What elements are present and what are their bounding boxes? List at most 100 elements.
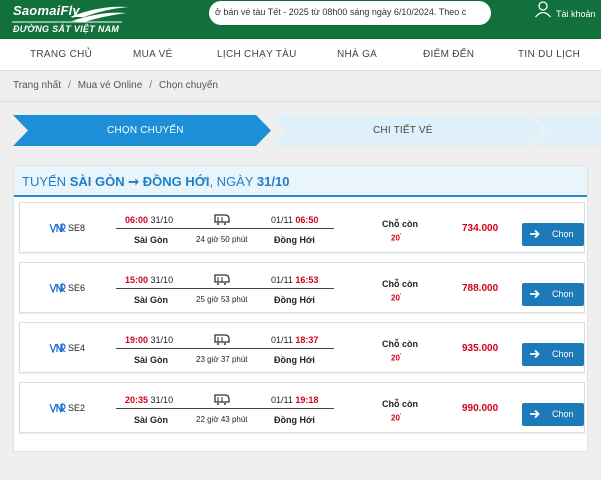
departure-date: 31/10 xyxy=(150,335,174,345)
seats-left-value: 20 xyxy=(391,353,400,363)
arrival-station: Đồng Hới xyxy=(274,235,315,245)
ticket-price: 734.000 xyxy=(462,223,499,234)
train-code: SE6 xyxy=(68,283,86,293)
arrival-station: Đồng Hới xyxy=(274,355,315,365)
choose-button-label: Chọn xyxy=(552,409,574,419)
arrival-hour: 06:50 xyxy=(295,215,319,225)
train-icon xyxy=(214,214,230,225)
account-label: Tài khoản xyxy=(556,9,596,19)
breadcrumb-home[interactable]: Trang nhất xyxy=(13,80,61,91)
arrival-hour: 18:37 xyxy=(295,335,319,345)
trip-row: SE6 15:00 31/10 01/11 16:53 Sài Gòn 25 g… xyxy=(19,262,585,313)
departure-hour: 15:00 xyxy=(125,275,149,285)
route-line xyxy=(116,408,334,409)
train-icon xyxy=(214,334,230,345)
choose-button-label: Chọn xyxy=(552,229,574,239)
choose-trip-button[interactable]: Chọn xyxy=(522,223,584,246)
train-code: SE2 xyxy=(68,403,86,413)
departure-station: Sài Gòn xyxy=(134,295,169,305)
departure-time: 19:00 31/10 xyxy=(125,335,173,345)
breadcrumb-separator: / xyxy=(149,80,153,91)
seats-left-count: 20’ xyxy=(391,353,402,363)
arrow-right-icon xyxy=(530,229,540,239)
nav-item-schedule[interactable]: LỊCH CHẠY TÀU xyxy=(217,49,297,60)
route-arrow: ➞ xyxy=(128,174,140,189)
booking-steps: CHỌN CHUYẾN CHI TIẾT VÉ xyxy=(13,115,601,146)
route-prefix: TUYẾN xyxy=(22,174,67,189)
nav-item-stations[interactable]: NHÀ GA xyxy=(337,49,377,60)
train-icon xyxy=(214,394,230,405)
arrival-date: 01/11 xyxy=(271,215,293,225)
choose-trip-button[interactable]: Chọn xyxy=(522,283,584,306)
site-header: SaomaiFly ĐƯỜNG SẮT VIỆT NAM ở bán vé tà… xyxy=(0,0,601,39)
departure-date: 31/10 xyxy=(150,215,174,225)
route-date-prefix: , NGÀY xyxy=(209,174,254,189)
trip-list-panel: TUYẾN SÀI GÒN ➞ ĐỒNG HỚI, NGÀY 31/10 SE8… xyxy=(13,165,588,452)
seats-left-label: Chỗ còn xyxy=(382,399,418,409)
seats-left-label: Chỗ còn xyxy=(382,279,418,289)
trip-row: SE8 06:00 31/10 01/11 06:50 Sài Gòn 24 g… xyxy=(19,202,585,253)
train-code: SE4 xyxy=(68,343,86,353)
account-link[interactable]: Tài khoản xyxy=(534,0,601,30)
choose-button-label: Chọn xyxy=(552,349,574,359)
divider xyxy=(0,101,601,102)
route-heading: TUYẾN SÀI GÒN ➞ ĐỒNG HỚI, NGÀY 31/10 xyxy=(22,174,289,190)
ticket-price: 990.000 xyxy=(462,403,499,414)
arrow-right-icon xyxy=(530,349,540,359)
route-line xyxy=(116,288,334,289)
departure-time: 15:00 31/10 xyxy=(125,275,173,285)
departure-hour: 19:00 xyxy=(125,335,149,345)
breadcrumb-buy-online[interactable]: Mua vé Online xyxy=(78,80,142,91)
announcement-ticker[interactable]: ở bán vé tàu Tết - 2025 từ 08h00 sáng ng… xyxy=(209,1,491,25)
step-ticket-detail[interactable]: CHI TIẾT VÉ xyxy=(373,125,433,136)
train-code: SE8 xyxy=(68,223,86,233)
trip-duration: 23 giờ 37 phút xyxy=(196,355,248,364)
vnr-logo-icon xyxy=(49,223,66,233)
ticker-text: ở bán vé tàu Tết - 2025 từ 08h00 sáng ng… xyxy=(215,7,467,17)
main-nav: TRANG CHỦ MUA VÉ LỊCH CHẠY TÀU NHÀ GA ĐI… xyxy=(0,39,601,71)
seats-left-value: 20 xyxy=(391,233,400,243)
trip-row: SE2 20:35 31/10 01/11 19:18 Sài Gòn 22 g… xyxy=(19,382,585,433)
vnr-logo-icon xyxy=(49,403,66,413)
trip-duration: 24 giờ 50 phút xyxy=(196,235,248,244)
choose-button-label: Chọn xyxy=(552,289,574,299)
departure-station: Sài Gòn xyxy=(134,355,169,365)
route-date: 31/10 xyxy=(256,174,290,189)
departure-date: 31/10 xyxy=(150,395,174,405)
choose-trip-button[interactable]: Chọn xyxy=(522,343,584,366)
step-select-trip[interactable]: CHỌN CHUYẾN xyxy=(107,125,184,136)
departure-date: 31/10 xyxy=(150,275,174,285)
breadcrumb: Trang nhất / Mua vé Online / Chọn chuyến xyxy=(13,80,218,91)
nav-item-home[interactable]: TRANG CHỦ xyxy=(30,49,92,60)
arrow-right-icon xyxy=(530,289,540,299)
route-line xyxy=(116,348,334,349)
ticket-price: 788.000 xyxy=(462,283,499,294)
nav-item-destinations[interactable]: ĐIỂM ĐẾN xyxy=(423,49,474,60)
arrival-time: 01/11 18:37 xyxy=(271,335,318,345)
vnr-logo-icon xyxy=(49,283,66,293)
vnr-logo-icon xyxy=(49,343,66,353)
arrival-time: 01/11 19:18 xyxy=(271,395,318,405)
seats-left-label: Chỗ còn xyxy=(382,219,418,229)
arrival-hour: 16:53 xyxy=(295,275,319,285)
departure-hour: 06:00 xyxy=(125,215,149,225)
seats-left-value: 20 xyxy=(391,293,400,303)
step-3-shape xyxy=(533,115,601,146)
choose-trip-button[interactable]: Chọn xyxy=(522,403,584,426)
ticket-price: 935.000 xyxy=(462,343,499,354)
departure-time: 06:00 31/10 xyxy=(125,215,173,225)
arrival-station: Đồng Hới xyxy=(274,415,315,425)
route-line xyxy=(116,228,334,229)
arrival-date: 01/11 xyxy=(271,275,293,285)
trip-duration: 25 giờ 53 phút xyxy=(196,295,248,304)
seats-left-value: 20 xyxy=(391,413,400,423)
route-from: SÀI GÒN xyxy=(69,174,125,189)
seats-left-count: 20’ xyxy=(391,293,402,303)
nav-item-travel-news[interactable]: TIN DU LỊCH xyxy=(518,49,580,60)
train-icon xyxy=(214,274,230,285)
trip-duration: 22 giờ 43 phút xyxy=(196,415,248,424)
site-logo[interactable]: SaomaiFly ĐƯỜNG SẮT VIỆT NAM xyxy=(10,3,130,36)
arrival-time: 01/11 16:53 xyxy=(271,275,318,285)
nav-item-buy-ticket[interactable]: MUA VÉ xyxy=(133,49,173,60)
logo-text: SaomaiFly xyxy=(13,3,80,18)
